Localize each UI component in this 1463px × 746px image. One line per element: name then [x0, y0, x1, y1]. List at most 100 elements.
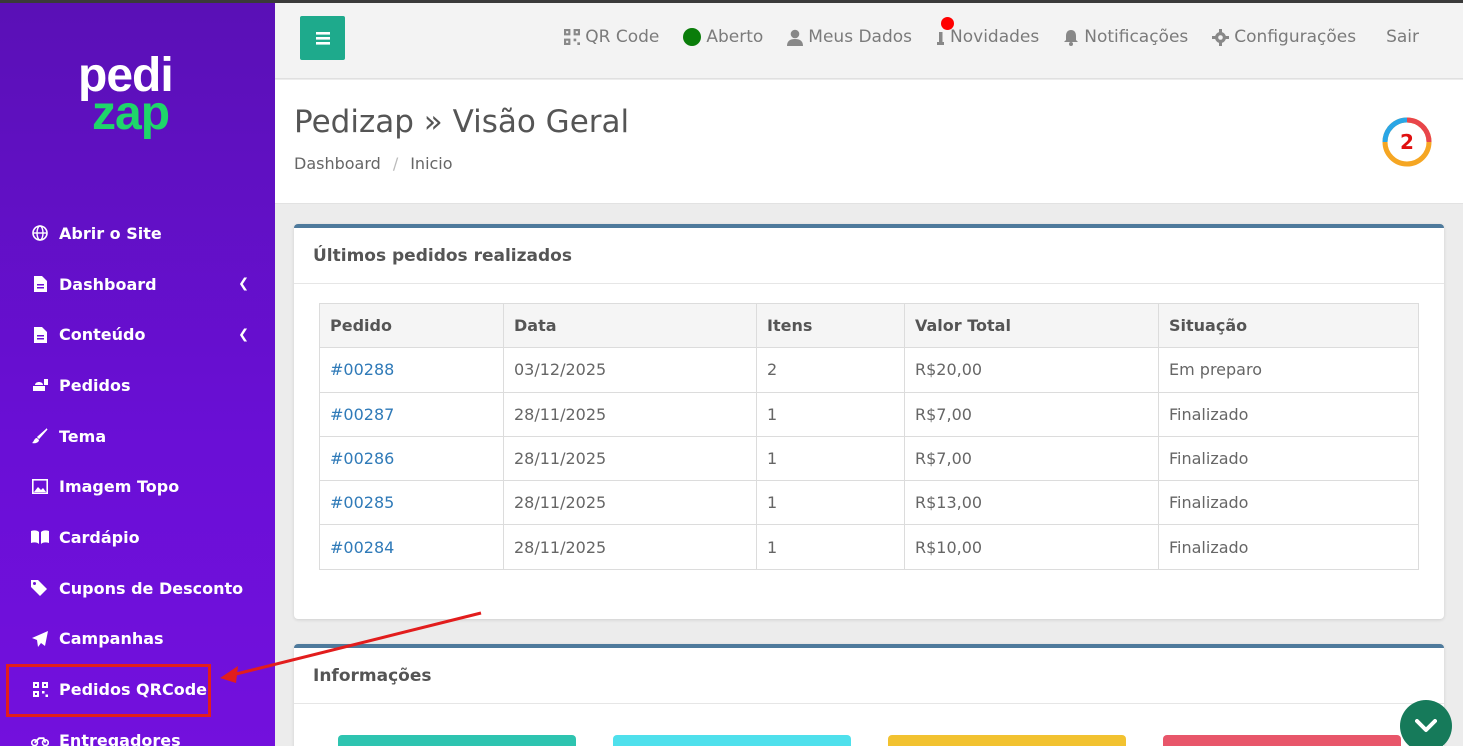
document-icon — [31, 326, 49, 344]
order-status: Em preparo — [1158, 347, 1419, 393]
logout-label: Sair — [1386, 27, 1419, 47]
news-indicator-dot — [941, 17, 955, 30]
profile-label: Meus Dados — [808, 27, 913, 47]
tags-icon — [31, 579, 49, 597]
settings-link[interactable]: Configurações — [1212, 27, 1356, 47]
sidebar-item-campanhas[interactable]: Campanhas — [0, 614, 275, 665]
breadcrumb-separator: / — [392, 154, 399, 173]
logout-link[interactable]: Sair — [1386, 27, 1419, 47]
logo-line-2: zap — [92, 87, 170, 140]
sidebar-item-cupons[interactable]: Cupons de Desconto — [0, 563, 275, 614]
sidebar-item-conteudo[interactable]: Conteúdo ❮ — [0, 309, 275, 360]
sidebar-item-label: Dashboard — [59, 274, 157, 294]
pending-orders-badge[interactable]: 2 — [1381, 116, 1433, 168]
order-items: 1 — [756, 391, 905, 437]
top-bar: QR Code Aberto Meus Dados Novidades Noti… — [275, 3, 1463, 79]
panel-title: Últimos pedidos realizados — [294, 228, 1444, 284]
order-total: R$7,00 — [904, 391, 1159, 437]
news-link[interactable]: Novidades — [936, 17, 1040, 47]
document-icon — [31, 275, 49, 293]
order-total: R$13,00 — [904, 480, 1159, 526]
order-link[interactable]: #00288 — [319, 347, 504, 393]
page-title: Pedizap » Visão Geral — [294, 104, 630, 140]
profile-link[interactable]: Meus Dados — [787, 27, 912, 47]
page-header: Pedizap » Visão Geral Dashboard / Inicio… — [275, 80, 1463, 204]
table-row: #00287 28/11/2025 1 R$7,00 Finalizado — [319, 391, 1419, 437]
sidebar-item-label: Abrir o Site — [59, 223, 162, 243]
order-items: 1 — [756, 524, 905, 570]
order-items: 1 — [756, 435, 905, 482]
globe-icon — [31, 224, 49, 242]
sidebar-item-imagem-topo[interactable]: Imagem Topo — [0, 461, 275, 512]
logo: pedi zap — [78, 52, 174, 140]
breadcrumb-current: Inicio — [410, 154, 453, 173]
info-tile[interactable] — [888, 735, 1126, 746]
book-icon — [31, 528, 49, 546]
window-top-border — [0, 0, 1463, 3]
sidebar-item-pedidos[interactable]: Pedidos — [0, 360, 275, 411]
order-total: R$20,00 — [904, 347, 1159, 393]
order-link[interactable]: #00285 — [319, 480, 504, 526]
info-tile[interactable] — [613, 735, 851, 746]
order-link[interactable]: #00286 — [319, 435, 504, 482]
qr-code-label: QR Code — [585, 27, 660, 47]
sidebar-item-entregadores[interactable]: Entregadores — [0, 715, 275, 746]
sidebar-item-label: Pedidos QRCode — [59, 680, 208, 700]
info-tiles — [338, 735, 1401, 746]
sidebar-item-tema[interactable]: Tema — [0, 411, 275, 462]
info-tile[interactable] — [338, 735, 576, 746]
order-link[interactable]: #00284 — [319, 524, 504, 570]
order-date: 28/11/2025 — [503, 435, 757, 482]
column-header: Data — [503, 302, 757, 349]
order-items: 2 — [756, 347, 905, 393]
breadcrumb-dashboard[interactable]: Dashboard — [294, 154, 381, 173]
hamburger-icon — [315, 31, 330, 45]
sidebar-item-label: Campanhas — [59, 629, 164, 649]
order-link[interactable]: #00287 — [319, 391, 504, 437]
settings-label: Configurações — [1234, 27, 1357, 47]
chevron-left-icon: ❮ — [238, 327, 249, 343]
qrcode-icon — [564, 29, 581, 45]
user-icon — [787, 29, 804, 46]
order-date: 03/12/2025 — [503, 347, 757, 393]
qrcode-icon — [31, 681, 49, 699]
order-status: Finalizado — [1158, 524, 1419, 570]
store-status-label: Aberto — [706, 27, 764, 47]
brush-icon — [31, 427, 49, 445]
info-icon — [937, 32, 945, 45]
scroll-down-button[interactable] — [1400, 700, 1452, 746]
qr-code-link[interactable]: QR Code — [564, 27, 659, 47]
table-row: #00286 28/11/2025 1 R$7,00 Finalizado — [319, 435, 1419, 482]
order-total: R$10,00 — [904, 524, 1159, 570]
sidebar-item-label: Entregadores — [59, 730, 181, 746]
info-tile[interactable] — [1163, 735, 1401, 746]
order-date: 28/11/2025 — [503, 480, 757, 526]
menu-toggle-button[interactable] — [300, 16, 345, 60]
recent-orders-panel: Últimos pedidos realizados Pedido Data I… — [294, 224, 1444, 619]
table-header-row: Pedido Data Itens Valor Total Situação — [319, 302, 1419, 349]
table-row: #00288 03/12/2025 2 R$20,00 Em preparo — [319, 347, 1419, 393]
sidebar-item-label: Cupons de Desconto — [59, 578, 244, 598]
chevron-left-icon: ❮ — [238, 276, 249, 292]
paper-plane-icon — [31, 630, 49, 648]
column-header: Valor Total — [904, 302, 1159, 349]
sidebar-item-label: Cardápio — [59, 527, 140, 547]
sidebar-item-cardapio[interactable]: Cardápio — [0, 512, 275, 563]
sidebar-item-label: Tema — [59, 426, 107, 446]
orders-table: Pedido Data Itens Valor Total Situação #… — [319, 302, 1419, 570]
orders-icon — [31, 376, 49, 394]
order-date: 28/11/2025 — [503, 391, 757, 437]
order-items: 1 — [756, 480, 905, 526]
column-header: Situação — [1158, 302, 1419, 349]
sidebar-item-pedidos-qrcode[interactable]: Pedidos QRCode — [0, 664, 275, 715]
order-date: 28/11/2025 — [503, 524, 757, 570]
news-label: Novidades — [950, 27, 1040, 47]
table-row: #00285 28/11/2025 1 R$13,00 Finalizado — [319, 480, 1419, 526]
store-status-link[interactable]: Aberto — [683, 27, 763, 47]
sidebar-item-abrir-site[interactable]: Abrir o Site — [0, 208, 275, 259]
column-header: Itens — [756, 302, 905, 349]
sidebar-item-dashboard[interactable]: Dashboard ❮ — [0, 259, 275, 310]
order-status: Finalizado — [1158, 435, 1419, 482]
notifications-link[interactable]: Notificações — [1063, 27, 1188, 47]
sidebar-item-label: Imagem Topo — [59, 477, 180, 497]
